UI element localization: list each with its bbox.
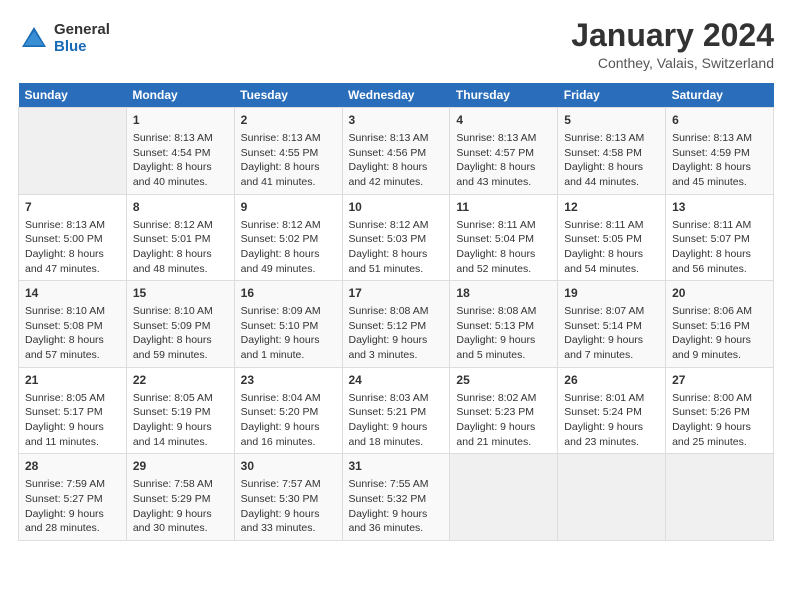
logo-blue-label: Blue xyxy=(54,39,110,56)
calendar-week-4: 28Sunrise: 7:59 AMSunset: 5:27 PMDayligh… xyxy=(19,454,774,541)
day-number: 30 xyxy=(241,458,336,475)
col-wednesday: Wednesday xyxy=(342,83,450,108)
calendar-cell: 23Sunrise: 8:04 AMSunset: 5:20 PMDayligh… xyxy=(234,367,342,454)
logo-general-label: General xyxy=(54,22,110,39)
calendar-cell: 17Sunrise: 8:08 AMSunset: 5:12 PMDayligh… xyxy=(342,281,450,368)
day-number: 9 xyxy=(241,199,336,216)
calendar-cell: 9Sunrise: 8:12 AMSunset: 5:02 PMDaylight… xyxy=(234,194,342,281)
day-number: 15 xyxy=(133,285,228,302)
header-row: Sunday Monday Tuesday Wednesday Thursday… xyxy=(19,83,774,108)
day-number: 17 xyxy=(349,285,444,302)
calendar-cell: 15Sunrise: 8:10 AMSunset: 5:09 PMDayligh… xyxy=(126,281,234,368)
day-number: 21 xyxy=(25,372,120,389)
title-block: January 2024 Conthey, Valais, Switzerlan… xyxy=(571,18,774,71)
calendar-cell: 27Sunrise: 8:00 AMSunset: 5:26 PMDayligh… xyxy=(666,367,774,454)
calendar-week-3: 21Sunrise: 8:05 AMSunset: 5:17 PMDayligh… xyxy=(19,367,774,454)
day-number: 29 xyxy=(133,458,228,475)
day-number: 6 xyxy=(672,112,767,129)
day-number: 7 xyxy=(25,199,120,216)
location: Conthey, Valais, Switzerland xyxy=(571,55,774,71)
calendar-cell: 10Sunrise: 8:12 AMSunset: 5:03 PMDayligh… xyxy=(342,194,450,281)
month-title: January 2024 xyxy=(571,18,774,53)
calendar-cell: 25Sunrise: 8:02 AMSunset: 5:23 PMDayligh… xyxy=(450,367,558,454)
day-number: 28 xyxy=(25,458,120,475)
calendar-cell: 30Sunrise: 7:57 AMSunset: 5:30 PMDayligh… xyxy=(234,454,342,541)
calendar-week-1: 7Sunrise: 8:13 AMSunset: 5:00 PMDaylight… xyxy=(19,194,774,281)
calendar-cell xyxy=(19,108,127,195)
day-number: 31 xyxy=(349,458,444,475)
calendar-cell: 4Sunrise: 8:13 AMSunset: 4:57 PMDaylight… xyxy=(450,108,558,195)
calendar-cell xyxy=(558,454,666,541)
col-friday: Friday xyxy=(558,83,666,108)
calendar-cell: 22Sunrise: 8:05 AMSunset: 5:19 PMDayligh… xyxy=(126,367,234,454)
day-number: 11 xyxy=(456,199,551,216)
header: General Blue January 2024 Conthey, Valai… xyxy=(18,18,774,71)
calendar-cell: 31Sunrise: 7:55 AMSunset: 5:32 PMDayligh… xyxy=(342,454,450,541)
calendar-cell: 11Sunrise: 8:11 AMSunset: 5:04 PMDayligh… xyxy=(450,194,558,281)
day-number: 18 xyxy=(456,285,551,302)
day-number: 3 xyxy=(349,112,444,129)
col-tuesday: Tuesday xyxy=(234,83,342,108)
calendar-cell: 5Sunrise: 8:13 AMSunset: 4:58 PMDaylight… xyxy=(558,108,666,195)
calendar-cell: 24Sunrise: 8:03 AMSunset: 5:21 PMDayligh… xyxy=(342,367,450,454)
day-number: 10 xyxy=(349,199,444,216)
day-number: 4 xyxy=(456,112,551,129)
calendar-cell: 29Sunrise: 7:58 AMSunset: 5:29 PMDayligh… xyxy=(126,454,234,541)
calendar-cell: 28Sunrise: 7:59 AMSunset: 5:27 PMDayligh… xyxy=(19,454,127,541)
day-number: 12 xyxy=(564,199,659,216)
page-container: General Blue January 2024 Conthey, Valai… xyxy=(0,0,792,551)
calendar-cell: 20Sunrise: 8:06 AMSunset: 5:16 PMDayligh… xyxy=(666,281,774,368)
day-number: 23 xyxy=(241,372,336,389)
day-number: 19 xyxy=(564,285,659,302)
calendar-cell: 21Sunrise: 8:05 AMSunset: 5:17 PMDayligh… xyxy=(19,367,127,454)
day-number: 1 xyxy=(133,112,228,129)
calendar-cell xyxy=(666,454,774,541)
col-monday: Monday xyxy=(126,83,234,108)
col-saturday: Saturday xyxy=(666,83,774,108)
calendar-cell: 3Sunrise: 8:13 AMSunset: 4:56 PMDaylight… xyxy=(342,108,450,195)
day-number: 22 xyxy=(133,372,228,389)
day-number: 16 xyxy=(241,285,336,302)
calendar-cell: 14Sunrise: 8:10 AMSunset: 5:08 PMDayligh… xyxy=(19,281,127,368)
day-number: 27 xyxy=(672,372,767,389)
calendar-cell: 12Sunrise: 8:11 AMSunset: 5:05 PMDayligh… xyxy=(558,194,666,281)
calendar-cell: 18Sunrise: 8:08 AMSunset: 5:13 PMDayligh… xyxy=(450,281,558,368)
calendar-week-2: 14Sunrise: 8:10 AMSunset: 5:08 PMDayligh… xyxy=(19,281,774,368)
logo: General Blue xyxy=(18,22,110,55)
day-number: 14 xyxy=(25,285,120,302)
calendar-week-0: 1Sunrise: 8:13 AMSunset: 4:54 PMDaylight… xyxy=(19,108,774,195)
calendar-cell: 1Sunrise: 8:13 AMSunset: 4:54 PMDaylight… xyxy=(126,108,234,195)
calendar-cell xyxy=(450,454,558,541)
day-number: 13 xyxy=(672,199,767,216)
calendar-cell: 6Sunrise: 8:13 AMSunset: 4:59 PMDaylight… xyxy=(666,108,774,195)
calendar-cell: 19Sunrise: 8:07 AMSunset: 5:14 PMDayligh… xyxy=(558,281,666,368)
calendar-cell: 2Sunrise: 8:13 AMSunset: 4:55 PMDaylight… xyxy=(234,108,342,195)
calendar-cell: 8Sunrise: 8:12 AMSunset: 5:01 PMDaylight… xyxy=(126,194,234,281)
col-sunday: Sunday xyxy=(19,83,127,108)
calendar-table: Sunday Monday Tuesday Wednesday Thursday… xyxy=(18,83,774,541)
logo-text: General Blue xyxy=(54,22,110,55)
day-number: 25 xyxy=(456,372,551,389)
calendar-cell: 26Sunrise: 8:01 AMSunset: 5:24 PMDayligh… xyxy=(558,367,666,454)
logo-icon xyxy=(18,23,50,55)
day-number: 5 xyxy=(564,112,659,129)
calendar-cell: 16Sunrise: 8:09 AMSunset: 5:10 PMDayligh… xyxy=(234,281,342,368)
day-number: 2 xyxy=(241,112,336,129)
day-number: 20 xyxy=(672,285,767,302)
day-number: 26 xyxy=(564,372,659,389)
day-number: 8 xyxy=(133,199,228,216)
col-thursday: Thursday xyxy=(450,83,558,108)
calendar-cell: 7Sunrise: 8:13 AMSunset: 5:00 PMDaylight… xyxy=(19,194,127,281)
calendar-cell: 13Sunrise: 8:11 AMSunset: 5:07 PMDayligh… xyxy=(666,194,774,281)
day-number: 24 xyxy=(349,372,444,389)
